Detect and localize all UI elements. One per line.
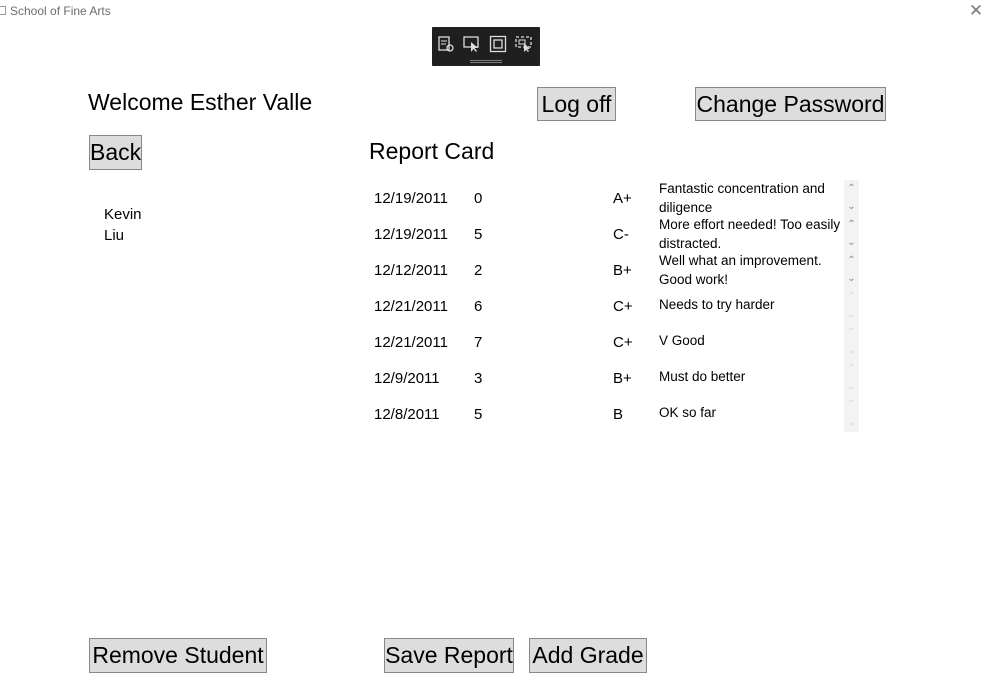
scroll-down-icon[interactable]: ⌄ — [844, 378, 859, 396]
remove-student-button[interactable]: Remove Student — [89, 638, 267, 673]
back-button[interactable]: Back — [89, 135, 142, 170]
welcome-message: Welcome Esther Valle — [88, 89, 313, 115]
comment-scroll-buttons: ⌃ ⌄ — [844, 288, 859, 324]
grade-date: 12/19/2011 — [374, 190, 448, 207]
grade-date: 12/19/2011 — [374, 226, 448, 243]
scroll-up-icon[interactable]: ⌃ — [844, 288, 859, 306]
display-layout-adorners-icon[interactable] — [489, 35, 507, 53]
grade-row[interactable]: 12/19/2011 0 A+ Fantastic concentration … — [368, 180, 844, 216]
scroll-down-icon[interactable]: ⌄ — [844, 270, 859, 288]
scroll-up-icon[interactable]: ⌃ — [844, 396, 859, 414]
comment-scroll-buttons: ⌃ ⌄ — [844, 216, 859, 252]
grade-row[interactable]: 12/9/2011 3 B+ Must do better — [368, 360, 844, 396]
log-off-button[interactable]: Log off — [537, 87, 616, 121]
grade-row[interactable]: 12/21/2011 7 C+ V Good — [368, 324, 844, 360]
grade-date: 12/21/2011 — [374, 334, 448, 351]
scroll-down-icon[interactable]: ⌄ — [844, 306, 859, 324]
grade-score: 5 — [474, 406, 483, 423]
comment-scroll-buttons: ⌃ ⌄ — [844, 396, 859, 432]
live-visual-tree-icon[interactable] — [437, 35, 455, 53]
grade-letter: C+ — [613, 334, 633, 351]
grade-score: 2 — [474, 262, 483, 279]
scroll-up-icon[interactable]: ⌃ — [844, 252, 859, 270]
grade-score: 6 — [474, 298, 483, 315]
grade-letter: B — [613, 406, 624, 423]
scroll-up-icon[interactable]: ⌃ — [844, 180, 859, 198]
scroll-down-icon[interactable]: ⌄ — [844, 414, 859, 432]
grade-date: 12/8/2011 — [374, 406, 440, 423]
comment-scroll-buttons: ⌃ ⌄ — [844, 360, 859, 396]
grade-comment[interactable]: Fantastic concentration and diligence — [659, 180, 844, 216]
grade-date: 12/12/2011 — [374, 262, 448, 279]
scroll-up-icon[interactable]: ⌃ — [844, 360, 859, 378]
student-name: Kevin Liu — [104, 204, 142, 246]
student-first-name: Kevin — [104, 206, 142, 223]
grade-score: 7 — [474, 334, 483, 351]
app-icon — [0, 6, 6, 15]
grades-list: 12/19/2011 0 A+ Fantastic concentration … — [368, 180, 860, 432]
change-password-button[interactable]: Change Password — [695, 87, 886, 121]
toolbar-grip[interactable] — [470, 60, 502, 63]
comment-scroll-buttons: ⌃ ⌄ — [844, 180, 859, 216]
debug-toolbar — [432, 27, 540, 66]
student-last-name: Liu — [104, 227, 125, 244]
grade-row[interactable]: 12/8/2011 5 B OK so far — [368, 396, 844, 432]
grade-date: 12/9/2011 — [374, 370, 440, 387]
scroll-up-icon[interactable]: ⌃ — [844, 324, 859, 342]
grade-row[interactable]: 12/19/2011 5 C- More effort needed! Too … — [368, 216, 844, 252]
grade-comment[interactable]: Well what an improvement. Good work! — [659, 252, 844, 288]
grade-letter: C+ — [613, 298, 633, 315]
track-focused-element-icon[interactable] — [515, 35, 533, 53]
grade-score: 0 — [474, 190, 483, 207]
grade-row[interactable]: 12/21/2011 6 C+ Needs to try harder — [368, 288, 844, 324]
report-card-title: Report Card — [369, 138, 495, 164]
grade-score: 5 — [474, 226, 483, 243]
grade-score: 3 — [474, 370, 483, 387]
grade-comment[interactable]: OK so far — [659, 404, 844, 440]
select-element-icon[interactable] — [463, 35, 481, 53]
grade-row[interactable]: 12/12/2011 2 B+ Well what an improvement… — [368, 252, 844, 288]
grade-date: 12/21/2011 — [374, 298, 448, 315]
comment-scroll-buttons: ⌃ ⌄ — [844, 252, 859, 288]
grade-letter: B+ — [613, 262, 632, 279]
save-report-button[interactable]: Save Report — [384, 638, 514, 673]
window-title: School of Fine Arts — [10, 4, 111, 18]
grade-letter: B+ — [613, 370, 632, 387]
add-grade-button[interactable]: Add Grade — [529, 638, 647, 673]
comment-scroll-buttons: ⌃ ⌄ — [844, 324, 859, 360]
grade-comment[interactable]: More effort needed! Too easily distracte… — [659, 216, 844, 252]
close-icon: ✕ — [968, 1, 984, 20]
scroll-down-icon[interactable]: ⌄ — [844, 198, 859, 216]
scroll-down-icon[interactable]: ⌄ — [844, 342, 859, 360]
grade-letter: C- — [613, 226, 629, 243]
grade-letter: A+ — [613, 190, 632, 207]
close-window-button[interactable]: ✕ — [966, 2, 986, 22]
scroll-up-icon[interactable]: ⌃ — [844, 216, 859, 234]
scroll-down-icon[interactable]: ⌄ — [844, 234, 859, 252]
